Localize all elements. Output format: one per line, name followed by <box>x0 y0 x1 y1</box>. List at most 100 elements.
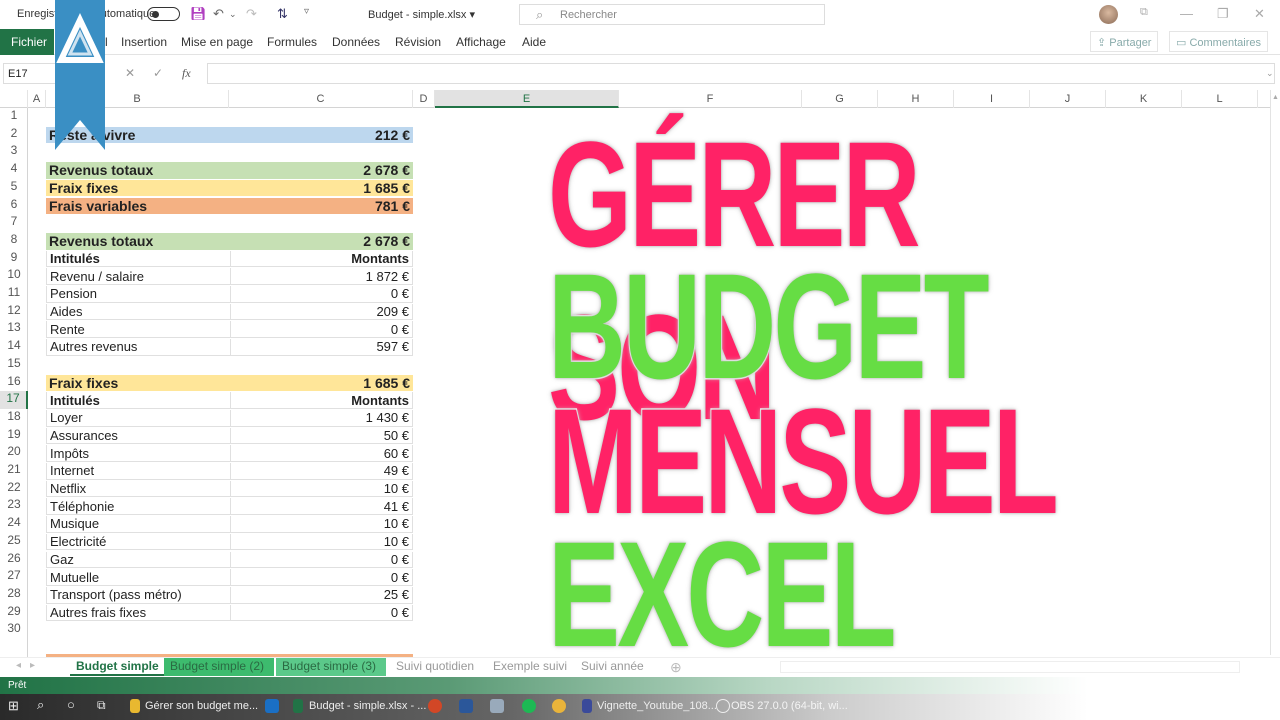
spotify-icon[interactable] <box>522 699 536 713</box>
col-header-j[interactable]: J <box>1030 90 1106 108</box>
next-sheet-icon[interactable]: ▸ <box>30 660 35 671</box>
table-row[interactable]: Autres frais fixes 0 € <box>46 604 413 622</box>
name-box[interactable]: E17 <box>3 63 63 84</box>
row-header-21[interactable]: 21 <box>0 462 28 480</box>
search-input[interactable]: ⌕ Rechercher <box>519 4 825 25</box>
row-header-15[interactable]: 15 <box>0 356 28 374</box>
windows-start-icon[interactable]: ⊞ <box>8 698 19 714</box>
taskbar-item-excel[interactable]: Budget - simple.xlsx - ... <box>309 700 426 712</box>
expand-formula-icon[interactable]: ⌄ <box>1266 68 1274 79</box>
sort-icon[interactable]: ⇅ <box>277 6 288 22</box>
col-header-e[interactable]: E <box>435 90 619 108</box>
undo-dropdown-icon[interactable]: ⌄ <box>229 9 237 20</box>
table-row[interactable]: Musique 10 € <box>46 516 413 533</box>
fixes-table-header[interactable]: Fraix fixes 1 685 € <box>46 374 413 392</box>
row-header-24[interactable]: 24 <box>0 515 28 533</box>
row-header-9[interactable]: 9 <box>0 250 28 268</box>
table-row[interactable]: Gaz 0 € <box>46 551 413 569</box>
table-row[interactable]: Netflix 10 € <box>46 480 413 498</box>
row-header-18[interactable]: 18 <box>0 409 28 427</box>
autosave-toggle[interactable] <box>147 7 180 21</box>
row-header-3[interactable]: 3 <box>0 143 28 161</box>
row-header-30[interactable]: 30 <box>0 621 28 639</box>
sheet-tab-budget-simple[interactable]: Budget simple <box>70 658 165 676</box>
chrome-icon[interactable] <box>552 699 566 713</box>
tab-fichier[interactable]: Fichier <box>0 29 54 55</box>
table-row[interactable]: Assurances 50 € <box>46 427 413 445</box>
col-header-k[interactable]: K <box>1106 90 1182 108</box>
sheet-tab-suivi-annee[interactable]: Suivi année <box>575 658 650 676</box>
cortana-icon[interactable]: ○ <box>67 697 75 712</box>
word-icon[interactable] <box>459 699 473 713</box>
comments-button[interactable]: ▭ Commentaires <box>1169 31 1268 52</box>
tab-insertion[interactable]: Insertion <box>121 35 167 49</box>
summary-variables-row[interactable]: Frais variables 781 € <box>46 197 413 215</box>
taskbar-item-obs[interactable]: OBS 27.0.0 (64-bit, wi... <box>731 700 848 712</box>
undo-icon[interactable]: ↶ <box>213 6 224 22</box>
share-button[interactable]: ⇪ Partager <box>1090 31 1159 52</box>
col-header-c[interactable]: C <box>229 90 413 108</box>
row-header-22[interactable]: 22 <box>0 480 28 498</box>
taskbar-search-icon[interactable]: ⌕ <box>37 697 44 713</box>
table-row[interactable]: Revenu / salaire 1 872 € <box>46 268 413 285</box>
sheet-tab-budget-simple-3[interactable]: Budget simple (3) <box>276 658 386 676</box>
document-title[interactable]: Budget - simple.xlsx ▾ <box>368 8 475 21</box>
row-header-25[interactable]: 25 <box>0 533 28 551</box>
tab-donnees[interactable]: Données <box>332 35 380 49</box>
paint-icon[interactable] <box>490 699 504 713</box>
table-row[interactable]: Mutuelle 0 € <box>46 569 413 586</box>
prev-sheet-icon[interactable]: ◂ <box>16 660 21 671</box>
table-row[interactable]: Electricité 10 € <box>46 533 413 551</box>
taskbar-item-explorer[interactable]: Gérer son budget me... <box>145 700 258 712</box>
customize-toolbar-icon[interactable]: ▿ <box>304 6 309 17</box>
scroll-up-icon[interactable]: ▲ <box>1272 94 1279 101</box>
tab-formules[interactable]: Formules <box>267 35 317 49</box>
row-header-26[interactable]: 26 <box>0 551 28 569</box>
insert-function-icon[interactable]: fx <box>182 66 191 81</box>
horizontal-scrollbar[interactable] <box>780 661 1240 673</box>
col-header-l[interactable]: L <box>1182 90 1258 108</box>
col-header-d[interactable]: D <box>413 90 435 108</box>
table-row[interactable]: Autres revenus 597 € <box>46 339 413 356</box>
close-icon[interactable]: ✕ <box>1254 6 1265 22</box>
outlook-icon[interactable] <box>265 699 279 713</box>
row-header-16[interactable]: 16 <box>0 374 28 392</box>
col-header-h[interactable]: H <box>878 90 954 108</box>
taskbar-item-photoshop[interactable]: Vignette_Youtube_108... <box>597 700 717 712</box>
row-header-14[interactable]: 14 <box>0 338 28 356</box>
row-header-4[interactable]: 4 <box>0 161 28 179</box>
row-header-11[interactable]: 11 <box>0 285 28 303</box>
row-header-23[interactable]: 23 <box>0 497 28 515</box>
table-row[interactable]: Loyer 1 430 € <box>46 409 413 427</box>
save-icon[interactable]: 💾︎ <box>190 6 207 22</box>
select-all-corner[interactable] <box>0 90 28 108</box>
row-header-1[interactable]: 1 <box>0 108 28 126</box>
table-row[interactable]: Rente 0 € <box>46 321 413 339</box>
user-avatar[interactable] <box>1099 5 1118 24</box>
col-header-a[interactable]: A <box>28 90 46 108</box>
sheet-tab-budget-simple-2[interactable]: Budget simple (2) <box>164 658 274 676</box>
row-header-29[interactable]: 29 <box>0 604 28 622</box>
table-row[interactable]: Téléphonie 41 € <box>46 498 413 516</box>
add-sheet-icon[interactable]: ⊕ <box>670 659 682 676</box>
revenus-column-headers[interactable]: Intitulés Montants <box>46 250 413 268</box>
table-row[interactable]: Impôts 60 € <box>46 445 413 462</box>
row-header-13[interactable]: 13 <box>0 320 28 338</box>
summary-fixes-row[interactable]: Fraix fixes 1 685 € <box>46 179 413 197</box>
tab-mise-en-page[interactable]: Mise en page <box>181 35 253 49</box>
tab-revision[interactable]: Révision <box>395 35 441 49</box>
tab-aide[interactable]: Aide <box>522 35 546 49</box>
task-view-icon[interactable]: ⧉ <box>97 698 106 713</box>
summary-revenus-row[interactable]: Revenus totaux 2 678 € <box>46 162 413 179</box>
sheet-tab-suivi-quotidien[interactable]: Suivi quotidien <box>390 658 480 676</box>
row-header-8[interactable]: 8 <box>0 232 28 250</box>
table-row[interactable]: Pension 0 € <box>46 286 413 303</box>
redo-icon[interactable]: ↷ <box>246 6 257 22</box>
row-header-7[interactable]: 7 <box>0 214 28 232</box>
enter-icon[interactable]: ✓ <box>153 66 163 80</box>
row-header-2[interactable]: 2 <box>0 126 28 144</box>
fixes-column-headers[interactable]: Intitulés Montants <box>46 392 413 409</box>
ribbon-display-icon[interactable]: ⧉ <box>1140 6 1148 19</box>
table-row[interactable]: Aides 209 € <box>46 303 413 321</box>
powerpoint-icon[interactable] <box>428 699 442 713</box>
